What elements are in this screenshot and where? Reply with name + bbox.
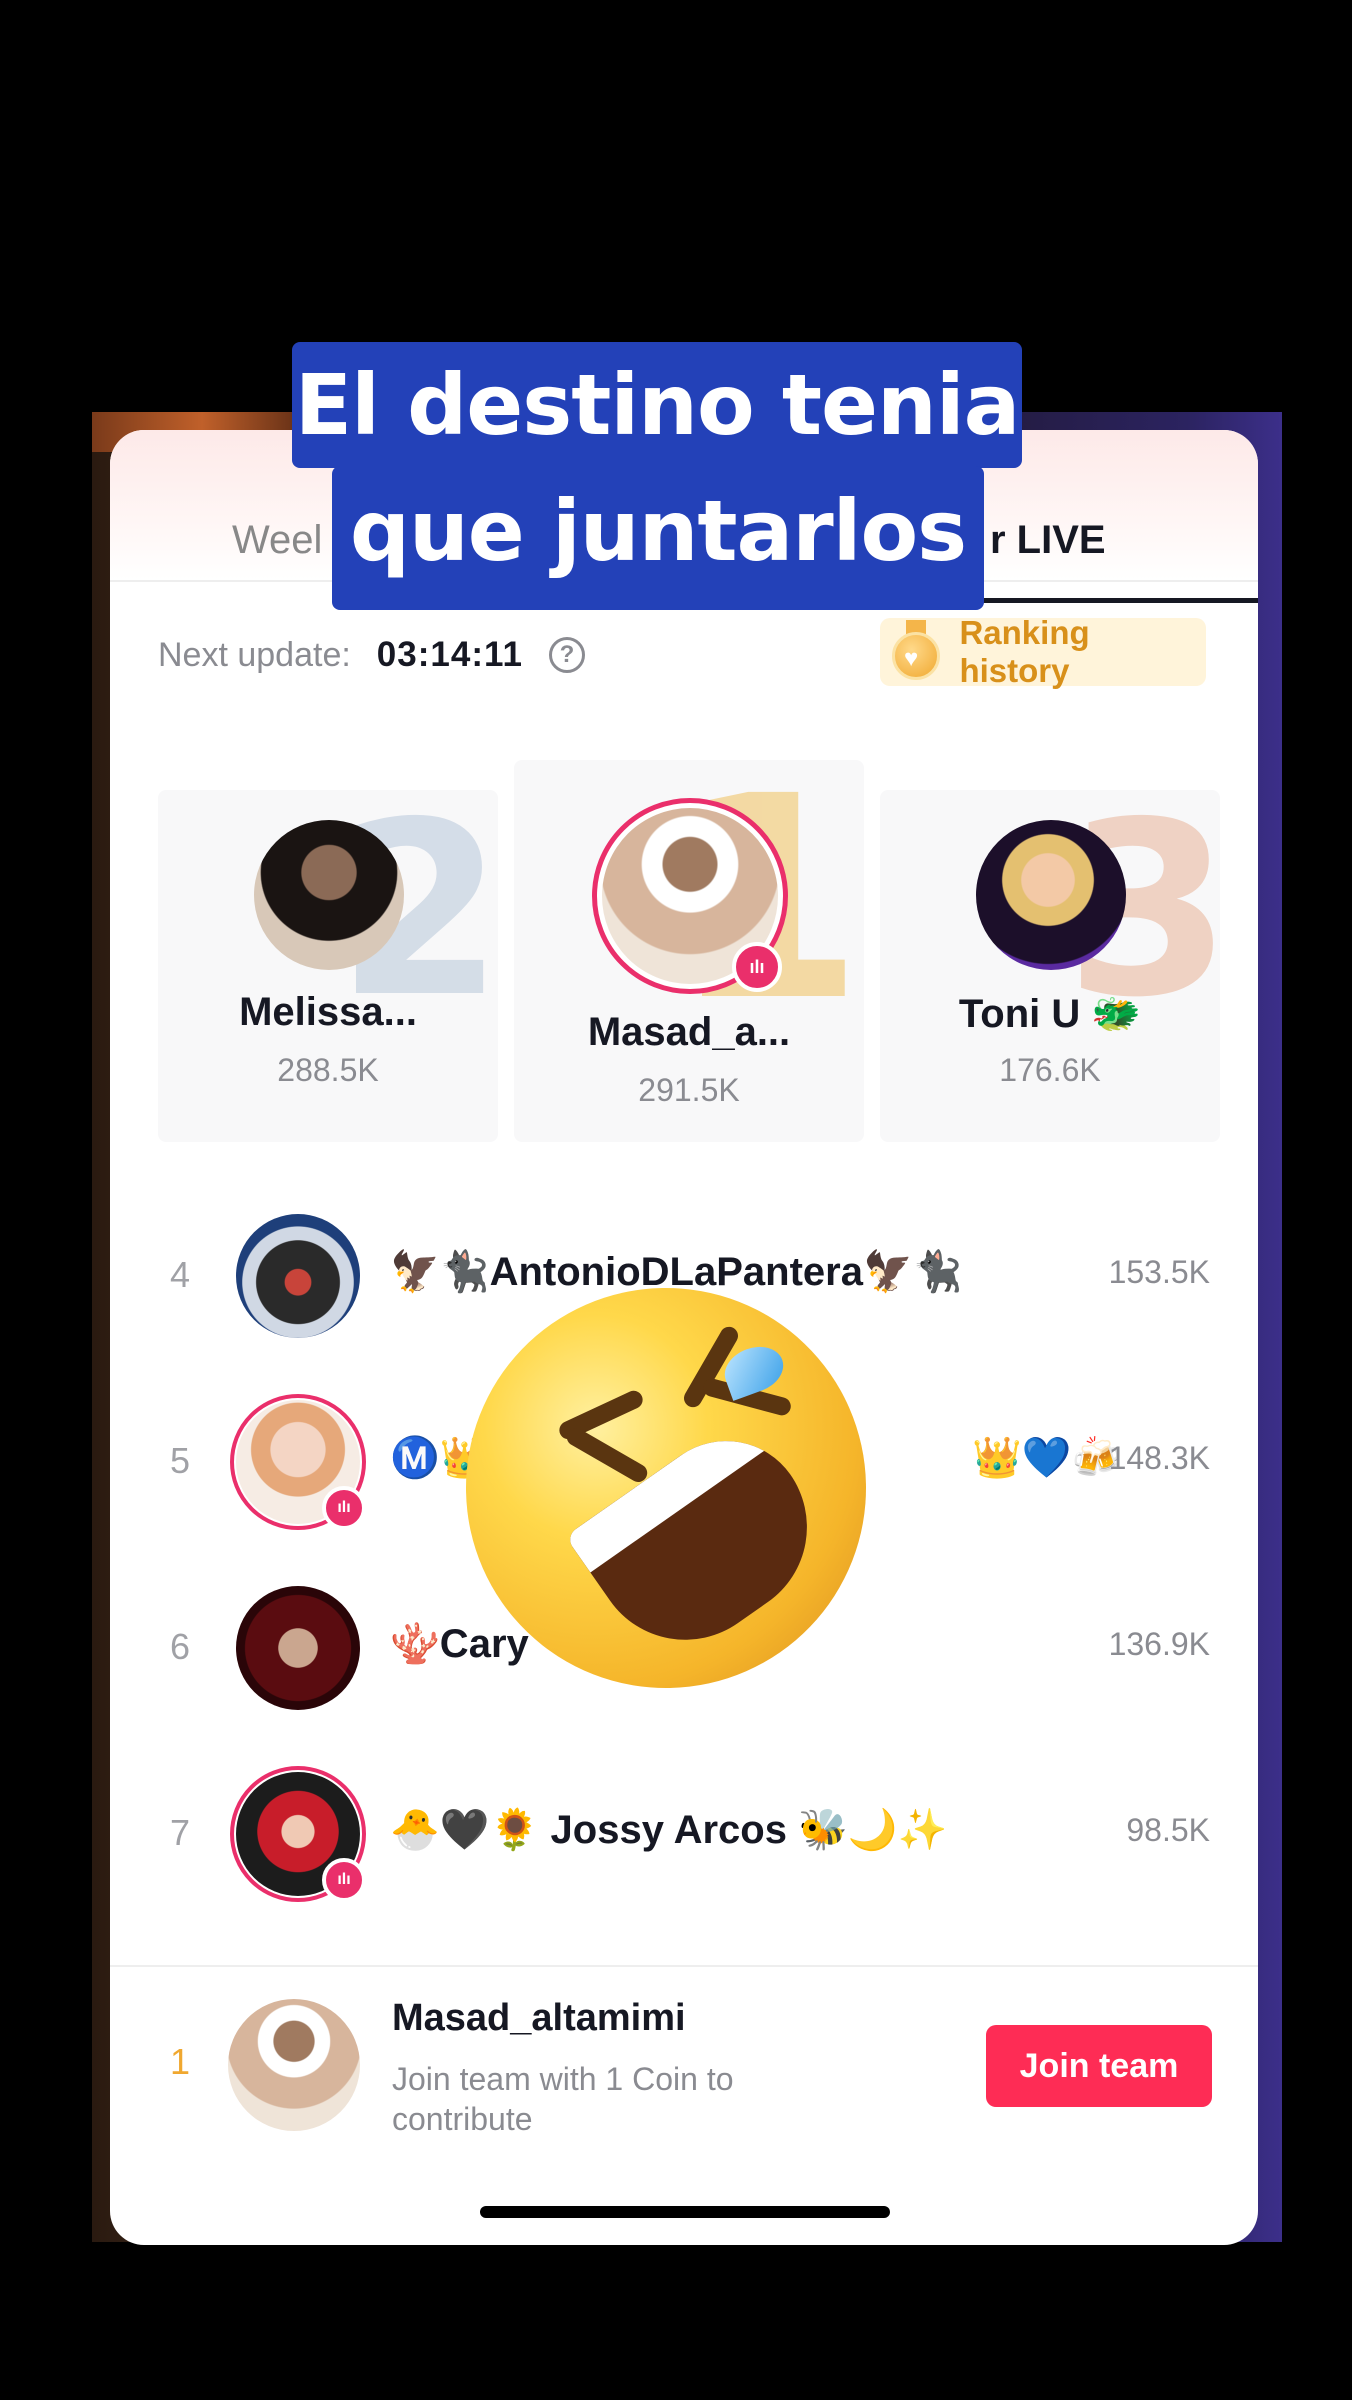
next-update-row: Next update: 03:14:11 ? xyxy=(158,625,585,685)
rank-number: 7 xyxy=(169,1812,191,1853)
team-host-name: Masad_altamimi xyxy=(392,1997,686,2039)
medal-icon: ♥ xyxy=(892,620,940,680)
podium-third[interactable]: 3 Toni U 🐲 176.6K xyxy=(880,790,1220,1142)
avatar[interactable] xyxy=(230,1208,366,1344)
user-name: 🐣🖤🌻 Jossy Arcos 🐝🌙✨ xyxy=(390,1808,948,1852)
avatar[interactable] xyxy=(976,820,1126,970)
podium-score: 291.5K xyxy=(638,1072,740,1108)
laughing-emoji-sticker-icon xyxy=(413,1235,919,1741)
live-indicator-icon: ılı xyxy=(322,1858,366,1902)
live-indicator-icon: ılı xyxy=(322,1486,366,1530)
podium-score: 176.6K xyxy=(999,1052,1101,1088)
next-update-label: Next update: xyxy=(158,635,351,674)
user-score: 136.9K xyxy=(1108,1626,1210,1662)
ranking-history-button[interactable]: ♥ Ranking history xyxy=(880,614,1206,689)
join-team-button[interactable]: Join team xyxy=(986,2025,1212,2107)
avatar[interactable] xyxy=(230,1580,366,1716)
podium-name: Masad_a... xyxy=(587,1010,791,1054)
user-score: 98.5K xyxy=(1126,1812,1210,1848)
podium-name: Melissa... xyxy=(239,990,417,1034)
tab-live[interactable]: r LIVE xyxy=(990,518,1106,563)
rank-number: 5 xyxy=(169,1440,191,1481)
user-name-tail: 👑💙🍻 xyxy=(972,1436,1122,1480)
podium-second[interactable]: 2 Melissa... 288.5K xyxy=(158,790,498,1142)
tab-weekly[interactable]: Weel xyxy=(232,518,322,563)
caption-line-1: El destino tenia xyxy=(292,342,1022,468)
user-score: 153.5K xyxy=(1108,1254,1210,1290)
my-team-bar: 1 Masad_altamimi Join team with 1 Coin t… xyxy=(110,1967,1258,2167)
podium-score: 288.5K xyxy=(277,1052,379,1088)
rank-number: 1 xyxy=(169,2041,191,2082)
help-icon[interactable]: ? xyxy=(548,637,585,673)
home-indicator[interactable] xyxy=(480,2206,890,2218)
ranking-row[interactable]: 7 ılı 🐣🖤🌻 Jossy Arcos 🐝🌙✨ 98.5K xyxy=(110,1754,1258,1914)
caption-line-2: que juntarlos xyxy=(332,466,984,610)
avatar[interactable]: ılı xyxy=(230,1394,366,1530)
podium-first[interactable]: 1 ılı Masad_a... 291.5K xyxy=(514,760,864,1142)
rank-number: 6 xyxy=(169,1626,191,1667)
live-indicator-icon: ılı xyxy=(732,942,782,992)
rank-number: 4 xyxy=(169,1254,191,1295)
user-score: 148.3K xyxy=(1108,1440,1210,1476)
join-team-description: Join team with 1 Coin to contribute xyxy=(392,2061,734,2137)
countdown-timer: 03:14:11 xyxy=(376,635,523,674)
ranking-history-label: Ranking history xyxy=(959,614,1090,689)
avatar[interactable] xyxy=(228,1999,360,2131)
avatar[interactable] xyxy=(254,820,404,970)
avatar[interactable]: ılı xyxy=(230,1766,366,1902)
podium-name: Toni U 🐲 xyxy=(958,992,1142,1036)
active-tab-indicator xyxy=(980,598,1258,603)
